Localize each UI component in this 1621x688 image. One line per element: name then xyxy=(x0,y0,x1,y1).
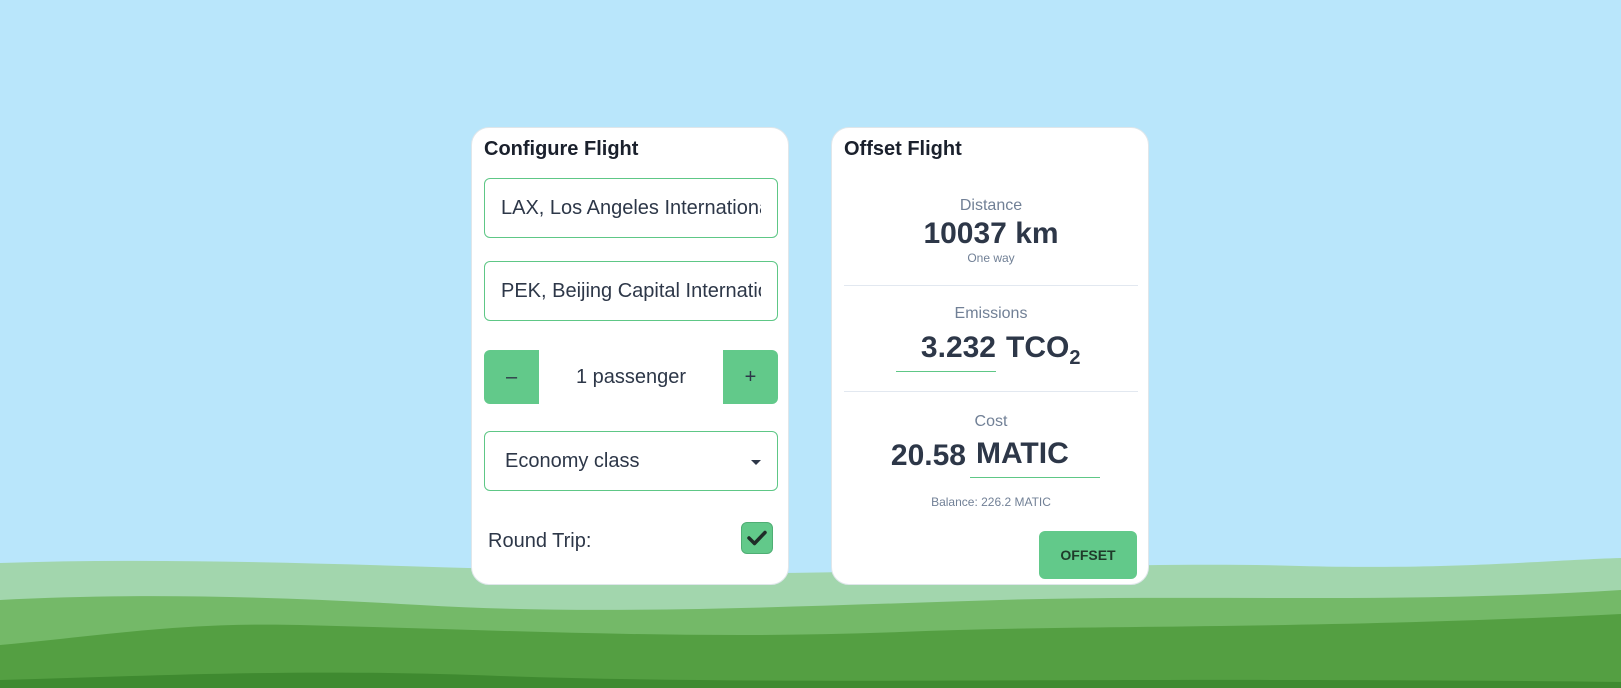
divider xyxy=(844,285,1138,286)
class-select-value: Economy class xyxy=(505,449,640,472)
emissions-value: 3.232 xyxy=(896,331,996,372)
cost-stat: Cost 20.58 MATIC Balance: 226.2 MATIC xyxy=(844,413,1138,509)
chevron-down-icon xyxy=(751,460,761,465)
balance-text: Balance: 226.2 MATIC xyxy=(931,495,1051,509)
landscape-hills xyxy=(0,558,1621,688)
round-trip-checkbox[interactable] xyxy=(741,522,773,554)
configure-flight-title: Configure Flight xyxy=(484,138,639,160)
distance-value: 10037 km xyxy=(923,217,1059,250)
emissions-unit-subscript: 2 xyxy=(1069,347,1081,369)
decrement-passenger-button[interactable]: – xyxy=(484,350,539,404)
offset-button[interactable]: OFFSET xyxy=(1039,531,1137,579)
passenger-stepper: – 1 passenger + xyxy=(484,350,778,404)
distance-sub: One way xyxy=(967,251,1015,265)
destination-field[interactable] xyxy=(484,261,778,321)
increment-passenger-button[interactable]: + xyxy=(723,350,778,404)
cost-value: 20.58 xyxy=(890,439,966,472)
offset-flight-card: Offset Flight Distance 10037 km One way … xyxy=(831,127,1149,585)
distance-label: Distance xyxy=(959,197,1023,214)
cost-label: Cost xyxy=(974,413,1008,430)
configure-flight-card: Configure Flight – 1 passenger + Economy… xyxy=(471,127,789,585)
divider xyxy=(844,391,1138,392)
passenger-count: 1 passenger xyxy=(539,350,723,404)
round-trip-label: Round Trip: xyxy=(488,530,592,552)
currency-select[interactable]: MATIC xyxy=(970,437,1100,478)
emissions-unit: TCO2 xyxy=(1006,331,1081,369)
offset-flight-title: Offset Flight xyxy=(844,138,962,160)
class-select[interactable]: Economy class xyxy=(484,431,778,491)
emissions-label: Emissions xyxy=(954,305,1028,322)
destination-input[interactable] xyxy=(485,262,777,320)
distance-stat: Distance 10037 km One way xyxy=(844,197,1138,265)
origin-input[interactable] xyxy=(485,179,777,237)
emissions-stat: Emissions 3.232 TCO2 xyxy=(844,305,1138,372)
checkmark-icon xyxy=(747,530,767,546)
origin-field[interactable] xyxy=(484,178,778,238)
